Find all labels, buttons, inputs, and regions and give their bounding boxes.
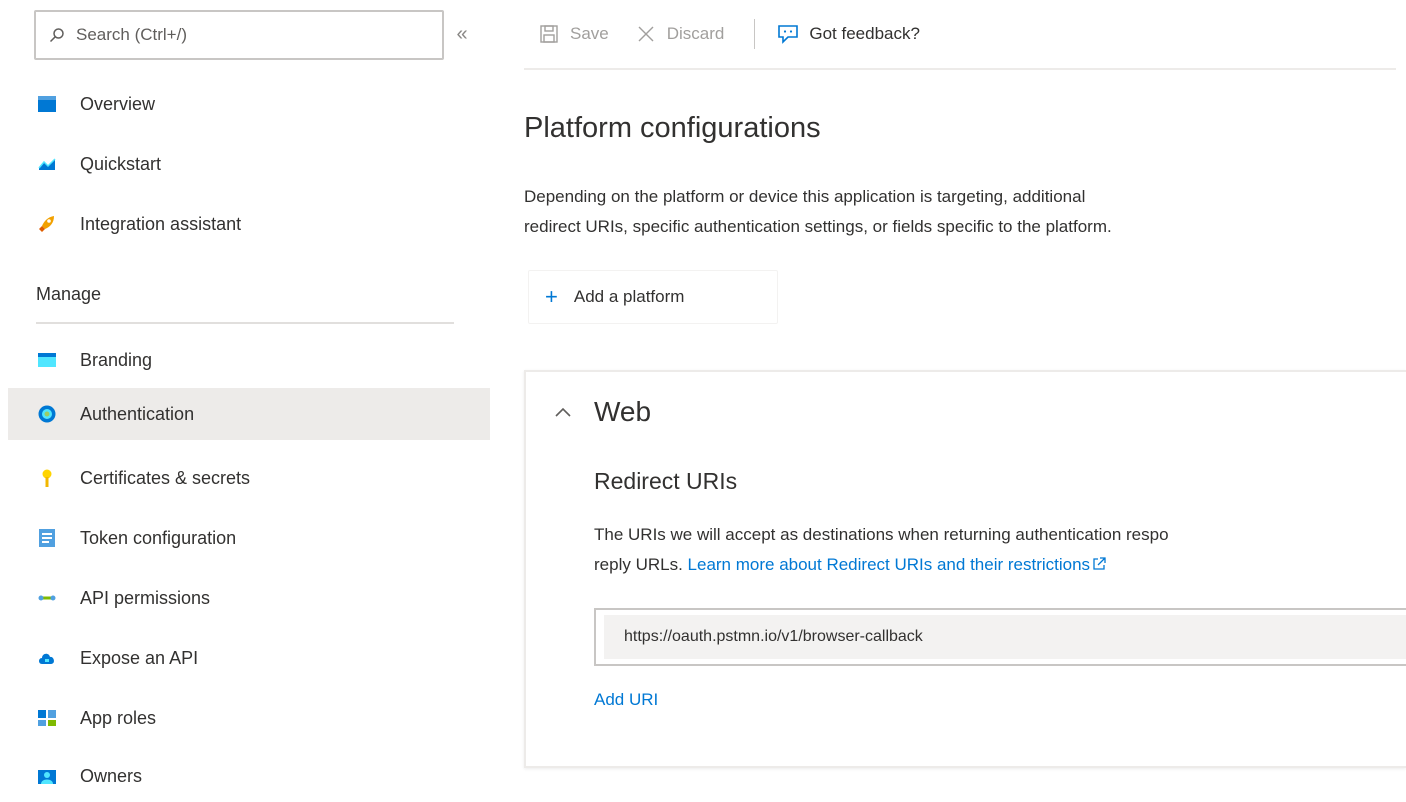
branding-icon [36, 349, 58, 371]
search-box[interactable] [34, 10, 444, 60]
redirect-uri-input[interactable] [622, 627, 1406, 647]
redirect-uris-title: Redirect URIs [594, 468, 738, 494]
sidebar: « Overview Quickstart Integration assist… [0, 0, 500, 786]
redirect-desc-line-2: reply URLs. Learn more about Redirect UR… [594, 550, 1404, 580]
feedback-icon [777, 23, 799, 45]
owners-icon [36, 765, 58, 787]
close-icon [635, 23, 657, 45]
discard-button[interactable]: Discard [635, 23, 725, 45]
web-platform-card: Web Redirect URIs The URIs we will accep… [524, 370, 1406, 768]
web-section-header[interactable]: Web [554, 396, 651, 428]
save-icon [538, 23, 560, 45]
redirect-uris-description: The URIs we will accept as destinations … [594, 520, 1404, 580]
sidebar-item-app-roles[interactable]: App roles [8, 692, 490, 744]
sidebar-item-authentication[interactable]: Authentication [8, 388, 490, 440]
redirect-uri-field-inner [604, 615, 1406, 659]
cloud-icon [36, 647, 58, 669]
key-icon [36, 467, 58, 489]
sidebar-item-label: Owners [80, 765, 143, 786]
web-section-title: Web [594, 396, 652, 427]
save-label: Save [570, 24, 609, 43]
sidebar-item-label: Expose an API [80, 647, 199, 668]
chevron-up-icon[interactable] [554, 403, 572, 421]
feedback-label: Got feedback? [809, 24, 920, 43]
add-platform-button[interactable]: + Add a platform [528, 270, 778, 324]
page-title: Platform configurations [524, 112, 821, 144]
command-bar: Save Discard Got feedback? [524, 0, 1396, 70]
description-line: redirect URIs, specific authentication s… [524, 217, 1112, 236]
search-input[interactable] [74, 24, 408, 46]
authentication-icon [36, 403, 58, 425]
sidebar-item-owners[interactable]: Owners [8, 750, 490, 802]
description-line: Depending on the platform or device this… [524, 187, 1086, 206]
section-label-manage: Manage [36, 284, 102, 304]
overview-icon [36, 93, 58, 115]
redirect-desc-prefix: reply URLs. [594, 555, 688, 574]
learn-more-link[interactable]: Learn more about Redirect URIs and their… [688, 555, 1091, 574]
sidebar-item-label: Token configuration [80, 527, 237, 548]
sidebar-item-label: Certificates & secrets [80, 467, 251, 488]
api-permissions-icon [36, 587, 58, 609]
sidebar-item-label: App roles [80, 707, 157, 728]
section-divider [36, 322, 454, 324]
redirect-desc-line: The URIs we will accept as destinations … [594, 525, 1169, 544]
discard-label: Discard [666, 24, 725, 43]
sidebar-item-certificates-secrets[interactable]: Certificates & secrets [8, 452, 490, 504]
sidebar-item-label: Overview [80, 93, 156, 114]
collapse-sidebar-button[interactable]: « [450, 22, 474, 46]
sidebar-item-expose-an-api[interactable]: Expose an API [8, 632, 490, 684]
sidebar-item-token-configuration[interactable]: Token configuration [8, 512, 490, 564]
plus-icon: + [545, 284, 558, 309]
redirect-uri-field[interactable] [594, 608, 1406, 666]
rocket-icon [36, 213, 58, 235]
add-platform-label: Add a platform [573, 287, 685, 306]
toolbar-separator [754, 19, 756, 49]
sidebar-item-label: Branding [80, 349, 153, 370]
sidebar-item-quickstart[interactable]: Quickstart [8, 138, 490, 190]
token-icon [36, 527, 58, 549]
sidebar-item-label: Quickstart [80, 153, 162, 174]
sidebar-item-label: API permissions [80, 587, 211, 608]
app-roles-icon [36, 707, 58, 729]
sidebar-item-branding[interactable]: Branding [8, 334, 490, 386]
sidebar-item-label: Authentication [80, 403, 195, 424]
sidebar-item-overview[interactable]: Overview [8, 78, 490, 130]
page-description: Depending on the platform or device this… [524, 182, 1396, 242]
add-uri-link[interactable]: Add URI [594, 690, 658, 710]
save-button[interactable]: Save [538, 23, 609, 45]
sidebar-item-label: Integration assistant [80, 213, 242, 234]
sidebar-item-api-permissions[interactable]: API permissions [8, 572, 490, 624]
external-link-icon [1092, 551, 1106, 570]
feedback-button[interactable]: Got feedback? [777, 23, 920, 45]
sidebar-item-integration-assistant[interactable]: Integration assistant [8, 198, 490, 250]
search-icon [48, 26, 66, 44]
quickstart-icon [36, 153, 58, 175]
